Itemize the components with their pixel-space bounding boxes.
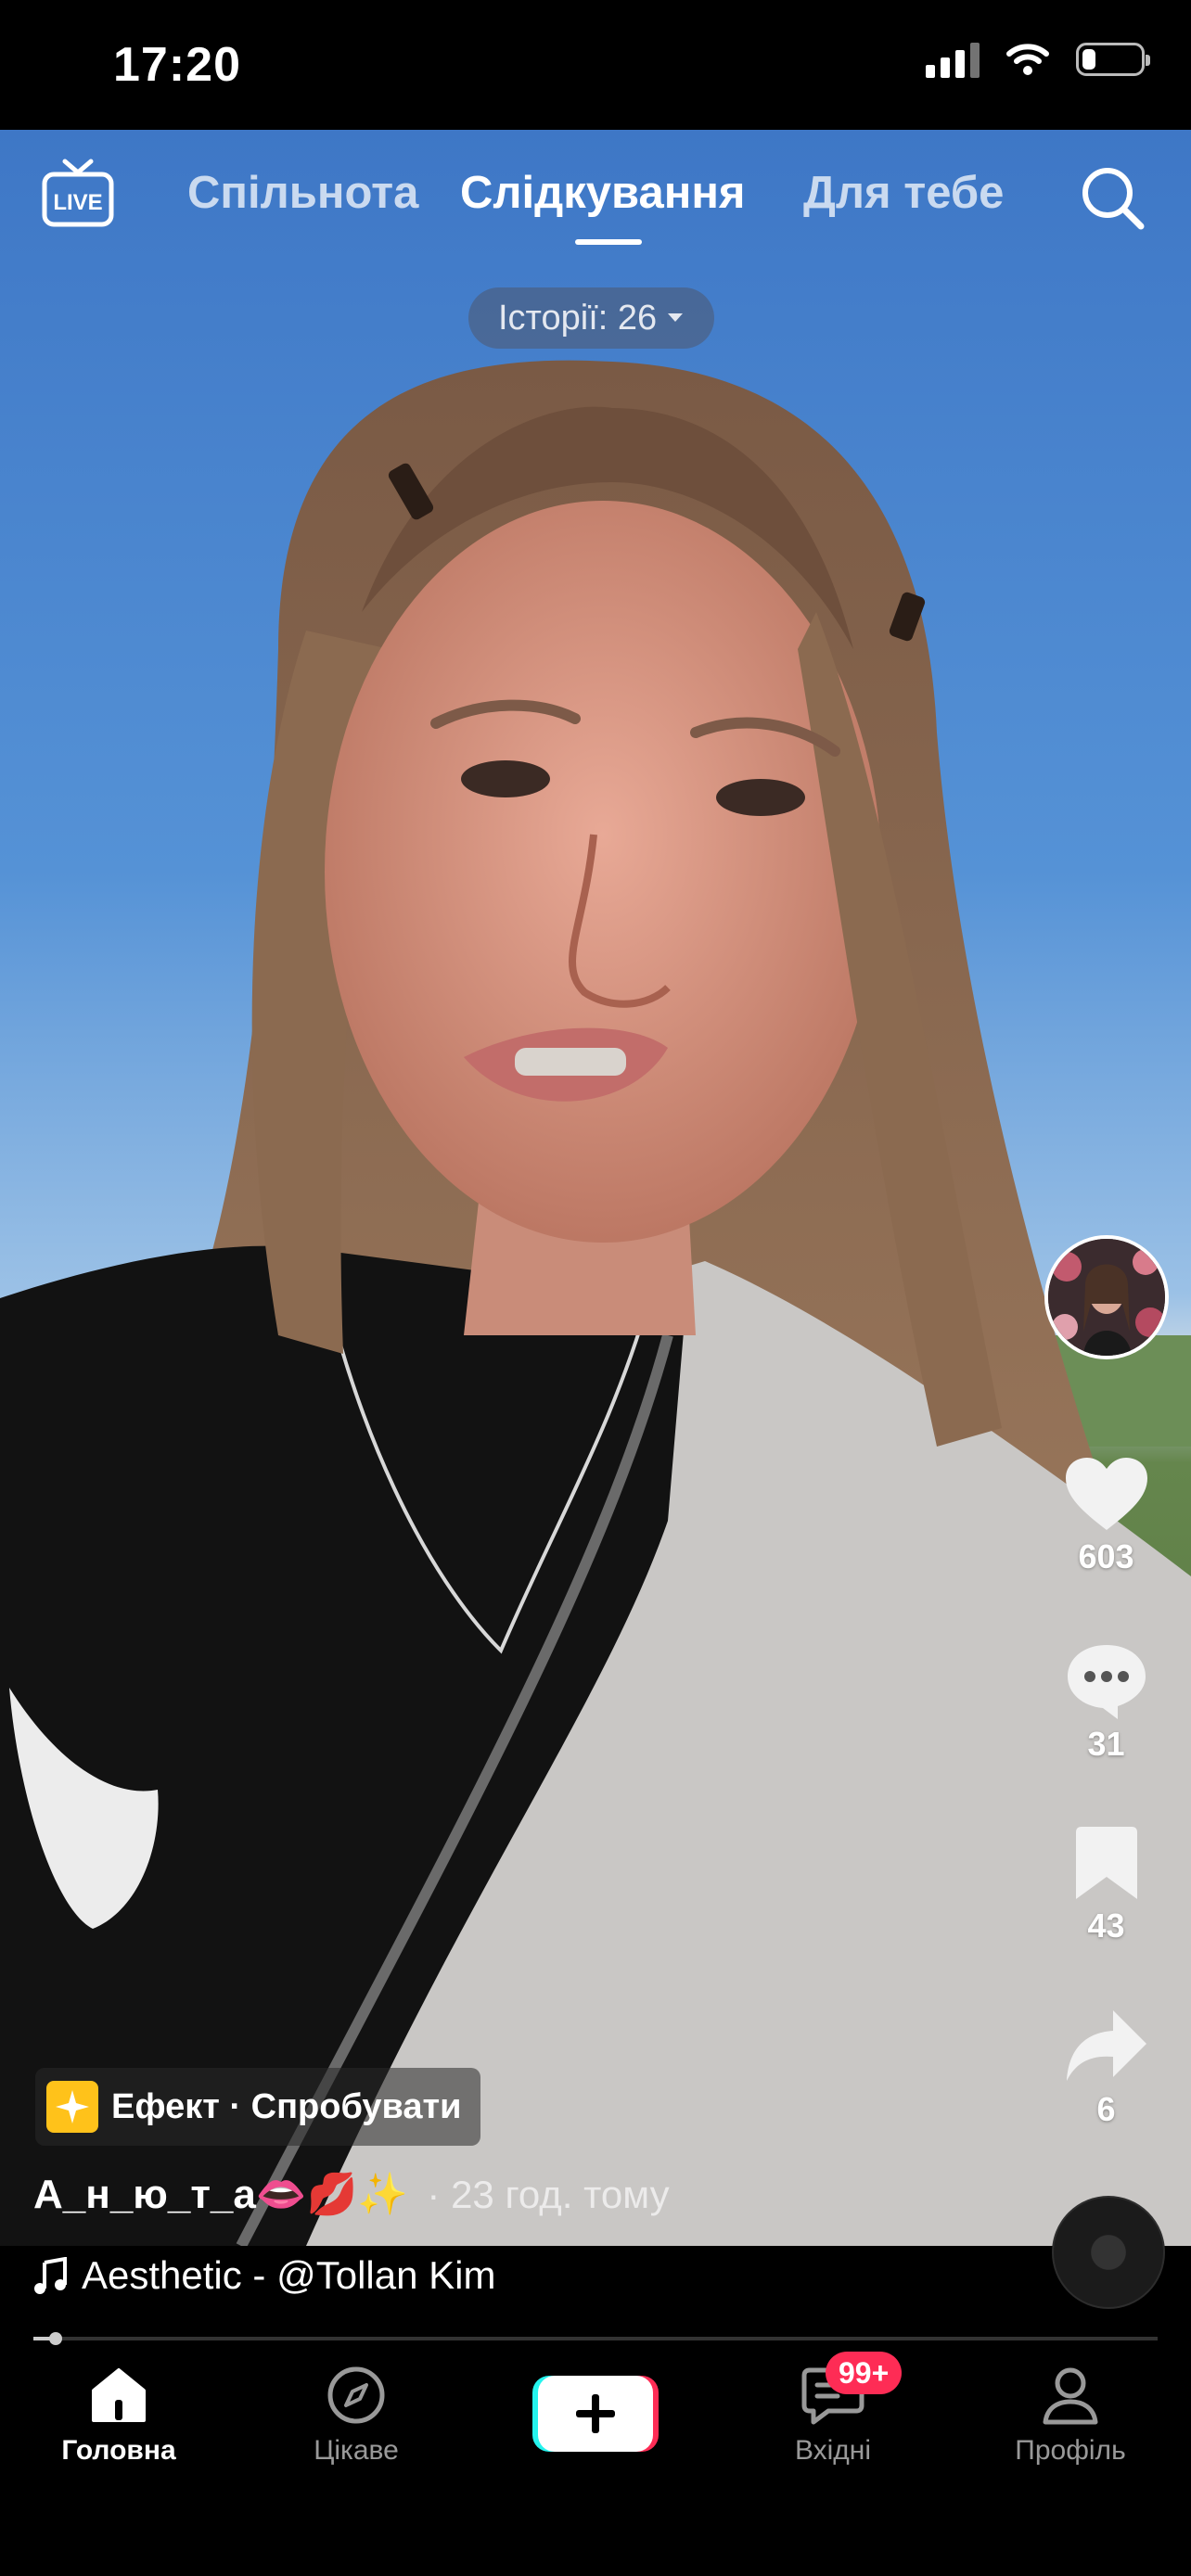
nav-profile-label: Профіль [1015,2435,1126,2466]
comment-button[interactable]: 31 [1039,1641,1173,1764]
post-time: · 23 год. тому [427,2173,670,2216]
effect-label: Ефект · Спробувати [111,2086,462,2126]
music-disc[interactable] [1052,2196,1165,2309]
bookmark-count: 43 [1087,1906,1125,1945]
status-icons [926,41,1150,78]
video-player[interactable] [0,130,1191,2246]
like-button[interactable]: 603 [1039,1456,1173,1576]
author-name[interactable]: А_н_ю_т_а👄💋✨ [33,2172,408,2217]
chevron-down-icon [668,313,684,322]
live-tv-icon[interactable]: LIVE [41,158,115,232]
music-title: Aesthetic - @Tollan Kim [82,2253,496,2297]
comment-icon [1067,1645,1146,1719]
stories-dropdown[interactable]: Історії: 26 [468,287,715,349]
search-icon[interactable] [1076,161,1150,236]
music-row[interactable]: Aesthetic - @Tollan Kim [33,2253,495,2298]
comment-count: 31 [1087,1725,1125,1763]
stories-label: Історії: 26 [498,298,658,338]
signal-icon [926,41,980,78]
nav-explore-label: Цікаве [314,2435,399,2466]
effect-sparkle-icon [46,2081,98,2133]
tab-community[interactable]: Спільнота [187,167,418,219]
music-note-icon [34,2257,67,2294]
create-button[interactable] [532,2376,659,2452]
profile-icon [1043,2367,1098,2425]
battery-icon [1076,43,1150,76]
compass-icon [327,2366,385,2424]
tab-for-you[interactable]: Для тебе [803,167,1004,219]
post-caption: А_н_ю_т_а👄💋✨ · 23 год. тому [33,2170,670,2218]
nav-inbox-label: Вхідні [794,2435,872,2466]
share-icon [1066,2010,1146,2081]
status-bar: 17:20 [0,0,1191,130]
share-button[interactable]: 6 [1039,2009,1173,2129]
video-frame [0,360,1191,2246]
bookmark-button[interactable]: 43 [1039,1825,1173,1945]
bookmark-icon [1075,1827,1137,1899]
top-nav: LIVE Спільнота Слідкування Для тебе [0,130,1191,260]
active-tab-indicator [575,239,642,245]
avatar-image [1048,1239,1165,1356]
nav-home-label: Головна [61,2435,176,2466]
live-label: LIVE [53,190,102,215]
video-progress-bar[interactable] [33,2332,1158,2345]
nav-profile[interactable]: Профіль [978,2365,1163,2467]
inbox-badge: 99+ [826,2352,903,2394]
effect-chip[interactable]: Ефект · Спробувати [35,2068,480,2146]
wifi-icon [1006,44,1049,75]
home-icon [92,2368,146,2422]
status-time: 17:20 [113,38,241,92]
bottom-nav: Головна Цікаве Вхідні Профіль [0,2346,1191,2576]
battery-level [1082,49,1095,70]
plus-icon [576,2394,615,2433]
share-count: 6 [1096,2090,1116,2128]
tab-following[interactable]: Слідкування [460,167,746,219]
nav-home[interactable]: Головна [26,2365,211,2467]
progress-knob[interactable] [49,2332,63,2345]
nav-explore[interactable]: Цікаве [263,2365,449,2467]
like-count: 603 [1078,1537,1134,1575]
author-avatar[interactable] [1044,1235,1169,1359]
heart-icon [1065,1458,1147,1530]
